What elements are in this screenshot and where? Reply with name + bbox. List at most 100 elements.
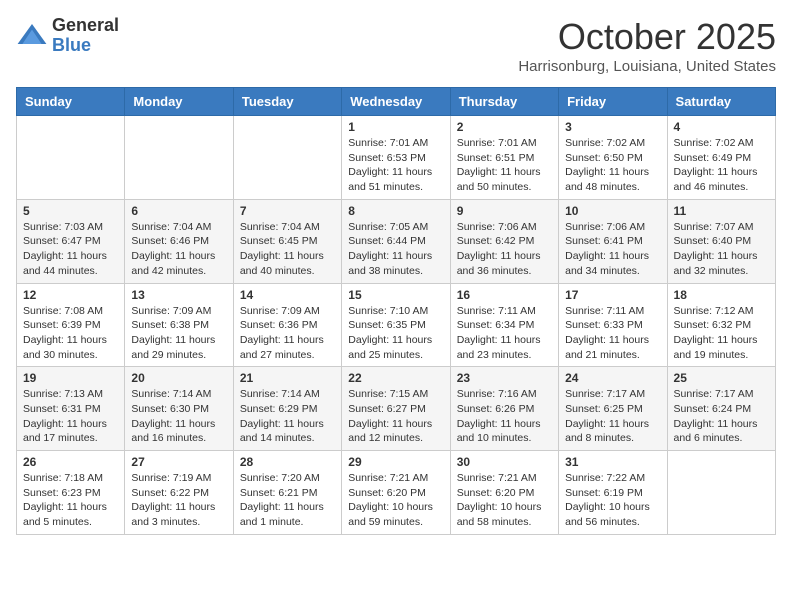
day-number: 5 (23, 204, 118, 218)
logo-text: General Blue (52, 16, 119, 56)
day-info: Sunrise: 7:13 AM Sunset: 6:31 PM Dayligh… (23, 387, 118, 446)
day-info: Sunrise: 7:01 AM Sunset: 6:53 PM Dayligh… (348, 136, 443, 195)
calendar-cell: 14 Sunrise: 7:09 AM Sunset: 6:36 PM Dayli… (233, 283, 341, 367)
day-info: Sunrise: 7:12 AM Sunset: 6:32 PM Dayligh… (674, 304, 769, 363)
day-number: 22 (348, 371, 443, 385)
calendar-cell: 17Sunrise: 7:11 AM Sunset: 6:33 PM Dayli… (559, 283, 667, 367)
calendar-cell: 11 Sunrise: 7:07 AM Sunset: 6:40 PM Dayli… (667, 199, 775, 283)
day-info: Sunrise: 7:01 AM Sunset: 6:51 PM Dayligh… (457, 136, 552, 195)
calendar-cell: 13Sunrise: 7:09 AM Sunset: 6:38 PM Dayli… (125, 283, 233, 367)
calendar-cell: 23 Sunrise: 7:16 AM Sunset: 6:26 PM Dayli… (450, 367, 558, 451)
day-number: 27 (131, 455, 226, 469)
calendar-cell: 31 Sunrise: 7:22 AM Sunset: 6:19 PM Dayli… (559, 451, 667, 535)
calendar-cell (667, 451, 775, 535)
calendar-cell: 29 Sunrise: 7:21 AM Sunset: 6:20 PM Dayli… (342, 451, 450, 535)
calendar-cell: 24 Sunrise: 7:17 AM Sunset: 6:25 PM Dayli… (559, 367, 667, 451)
logo-general-text: General (52, 16, 119, 36)
day-info: Sunrise: 7:15 AM Sunset: 6:27 PM Dayligh… (348, 387, 443, 446)
calendar-cell: 5Sunrise: 7:03 AM Sunset: 6:47 PM Daylig… (17, 199, 125, 283)
calendar-cell: 30Sunrise: 7:21 AM Sunset: 6:20 PM Dayli… (450, 451, 558, 535)
day-number: 3 (565, 120, 660, 134)
calendar-table: SundayMondayTuesdayWednesdayThursdayFrid… (16, 87, 776, 535)
day-info: Sunrise: 7:09 AM Sunset: 6:36 PM Dayligh… (240, 304, 335, 363)
day-info: Sunrise: 7:04 AM Sunset: 6:46 PM Dayligh… (131, 220, 226, 279)
day-of-week-header: Sunday (17, 88, 125, 116)
day-number: 16 (457, 288, 552, 302)
calendar-cell: 21Sunrise: 7:14 AM Sunset: 6:29 PM Dayli… (233, 367, 341, 451)
calendar-cell: 9 Sunrise: 7:06 AM Sunset: 6:42 PM Daylig… (450, 199, 558, 283)
day-number: 7 (240, 204, 335, 218)
day-info: Sunrise: 7:14 AM Sunset: 6:29 PM Dayligh… (240, 387, 335, 446)
calendar-cell: 20Sunrise: 7:14 AM Sunset: 6:30 PM Dayli… (125, 367, 233, 451)
day-of-week-header: Thursday (450, 88, 558, 116)
day-number: 20 (131, 371, 226, 385)
calendar-cell: 27 Sunrise: 7:19 AM Sunset: 6:22 PM Dayli… (125, 451, 233, 535)
day-number: 18 (674, 288, 769, 302)
day-number: 25 (674, 371, 769, 385)
logo-icon (16, 20, 48, 52)
day-of-week-header: Saturday (667, 88, 775, 116)
calendar-cell: 3 Sunrise: 7:02 AM Sunset: 6:50 PM Daylig… (559, 116, 667, 200)
calendar-cell: 12Sunrise: 7:08 AM Sunset: 6:39 PM Dayli… (17, 283, 125, 367)
day-number: 9 (457, 204, 552, 218)
calendar-cell (233, 116, 341, 200)
location: Harrisonburg, Louisiana, United States (518, 58, 776, 75)
day-number: 24 (565, 371, 660, 385)
calendar-cell: 8 Sunrise: 7:05 AM Sunset: 6:44 PM Daylig… (342, 199, 450, 283)
day-number: 8 (348, 204, 443, 218)
day-number: 29 (348, 455, 443, 469)
calendar-cell: 19Sunrise: 7:13 AM Sunset: 6:31 PM Dayli… (17, 367, 125, 451)
day-info: Sunrise: 7:07 AM Sunset: 6:40 PM Dayligh… (674, 220, 769, 279)
day-info: Sunrise: 7:02 AM Sunset: 6:50 PM Dayligh… (565, 136, 660, 195)
day-info: Sunrise: 7:02 AM Sunset: 6:49 PM Dayligh… (674, 136, 769, 195)
page-header: General Blue October 2025 Harrisonburg, … (16, 16, 776, 75)
day-info: Sunrise: 7:06 AM Sunset: 6:41 PM Dayligh… (565, 220, 660, 279)
month-title: October 2025 (518, 16, 776, 58)
calendar-cell: 28 Sunrise: 7:20 AM Sunset: 6:21 PM Dayli… (233, 451, 341, 535)
day-number: 14 (240, 288, 335, 302)
day-number: 26 (23, 455, 118, 469)
day-number: 31 (565, 455, 660, 469)
day-info: Sunrise: 7:22 AM Sunset: 6:19 PM Dayligh… (565, 471, 660, 530)
calendar-cell: 2Sunrise: 7:01 AM Sunset: 6:51 PM Daylig… (450, 116, 558, 200)
day-info: Sunrise: 7:04 AM Sunset: 6:45 PM Dayligh… (240, 220, 335, 279)
calendar-week-row: 12Sunrise: 7:08 AM Sunset: 6:39 PM Dayli… (17, 283, 776, 367)
day-info: Sunrise: 7:16 AM Sunset: 6:26 PM Dayligh… (457, 387, 552, 446)
day-number: 4 (674, 120, 769, 134)
logo-blue-text: Blue (52, 36, 119, 56)
day-info: Sunrise: 7:11 AM Sunset: 6:34 PM Dayligh… (457, 304, 552, 363)
calendar-week-row: 26 Sunrise: 7:18 AM Sunset: 6:23 PM Dayli… (17, 451, 776, 535)
day-info: Sunrise: 7:21 AM Sunset: 6:20 PM Dayligh… (348, 471, 443, 530)
calendar-cell: 10 Sunrise: 7:06 AM Sunset: 6:41 PM Dayli… (559, 199, 667, 283)
day-of-week-header: Monday (125, 88, 233, 116)
day-info: Sunrise: 7:21 AM Sunset: 6:20 PM Dayligh… (457, 471, 552, 530)
title-section: October 2025 Harrisonburg, Louisiana, Un… (518, 16, 776, 75)
day-number: 11 (674, 204, 769, 218)
day-info: Sunrise: 7:06 AM Sunset: 6:42 PM Dayligh… (457, 220, 552, 279)
day-info: Sunrise: 7:05 AM Sunset: 6:44 PM Dayligh… (348, 220, 443, 279)
calendar-header-row: SundayMondayTuesdayWednesdayThursdayFrid… (17, 88, 776, 116)
day-info: Sunrise: 7:20 AM Sunset: 6:21 PM Dayligh… (240, 471, 335, 530)
calendar-cell: 16 Sunrise: 7:11 AM Sunset: 6:34 PM Dayli… (450, 283, 558, 367)
day-of-week-header: Tuesday (233, 88, 341, 116)
day-number: 17 (565, 288, 660, 302)
day-number: 23 (457, 371, 552, 385)
calendar-week-row: 5Sunrise: 7:03 AM Sunset: 6:47 PM Daylig… (17, 199, 776, 283)
day-of-week-header: Wednesday (342, 88, 450, 116)
day-info: Sunrise: 7:09 AM Sunset: 6:38 PM Dayligh… (131, 304, 226, 363)
day-info: Sunrise: 7:17 AM Sunset: 6:25 PM Dayligh… (565, 387, 660, 446)
day-number: 12 (23, 288, 118, 302)
day-info: Sunrise: 7:18 AM Sunset: 6:23 PM Dayligh… (23, 471, 118, 530)
calendar-cell: 22 Sunrise: 7:15 AM Sunset: 6:27 PM Dayli… (342, 367, 450, 451)
calendar-cell (17, 116, 125, 200)
calendar-cell: 1 Sunrise: 7:01 AM Sunset: 6:53 PM Daylig… (342, 116, 450, 200)
calendar-cell: 25Sunrise: 7:17 AM Sunset: 6:24 PM Dayli… (667, 367, 775, 451)
logo: General Blue (16, 16, 119, 56)
day-number: 28 (240, 455, 335, 469)
calendar-week-row: 1 Sunrise: 7:01 AM Sunset: 6:53 PM Daylig… (17, 116, 776, 200)
day-number: 15 (348, 288, 443, 302)
day-info: Sunrise: 7:19 AM Sunset: 6:22 PM Dayligh… (131, 471, 226, 530)
day-number: 1 (348, 120, 443, 134)
day-number: 10 (565, 204, 660, 218)
day-of-week-header: Friday (559, 88, 667, 116)
